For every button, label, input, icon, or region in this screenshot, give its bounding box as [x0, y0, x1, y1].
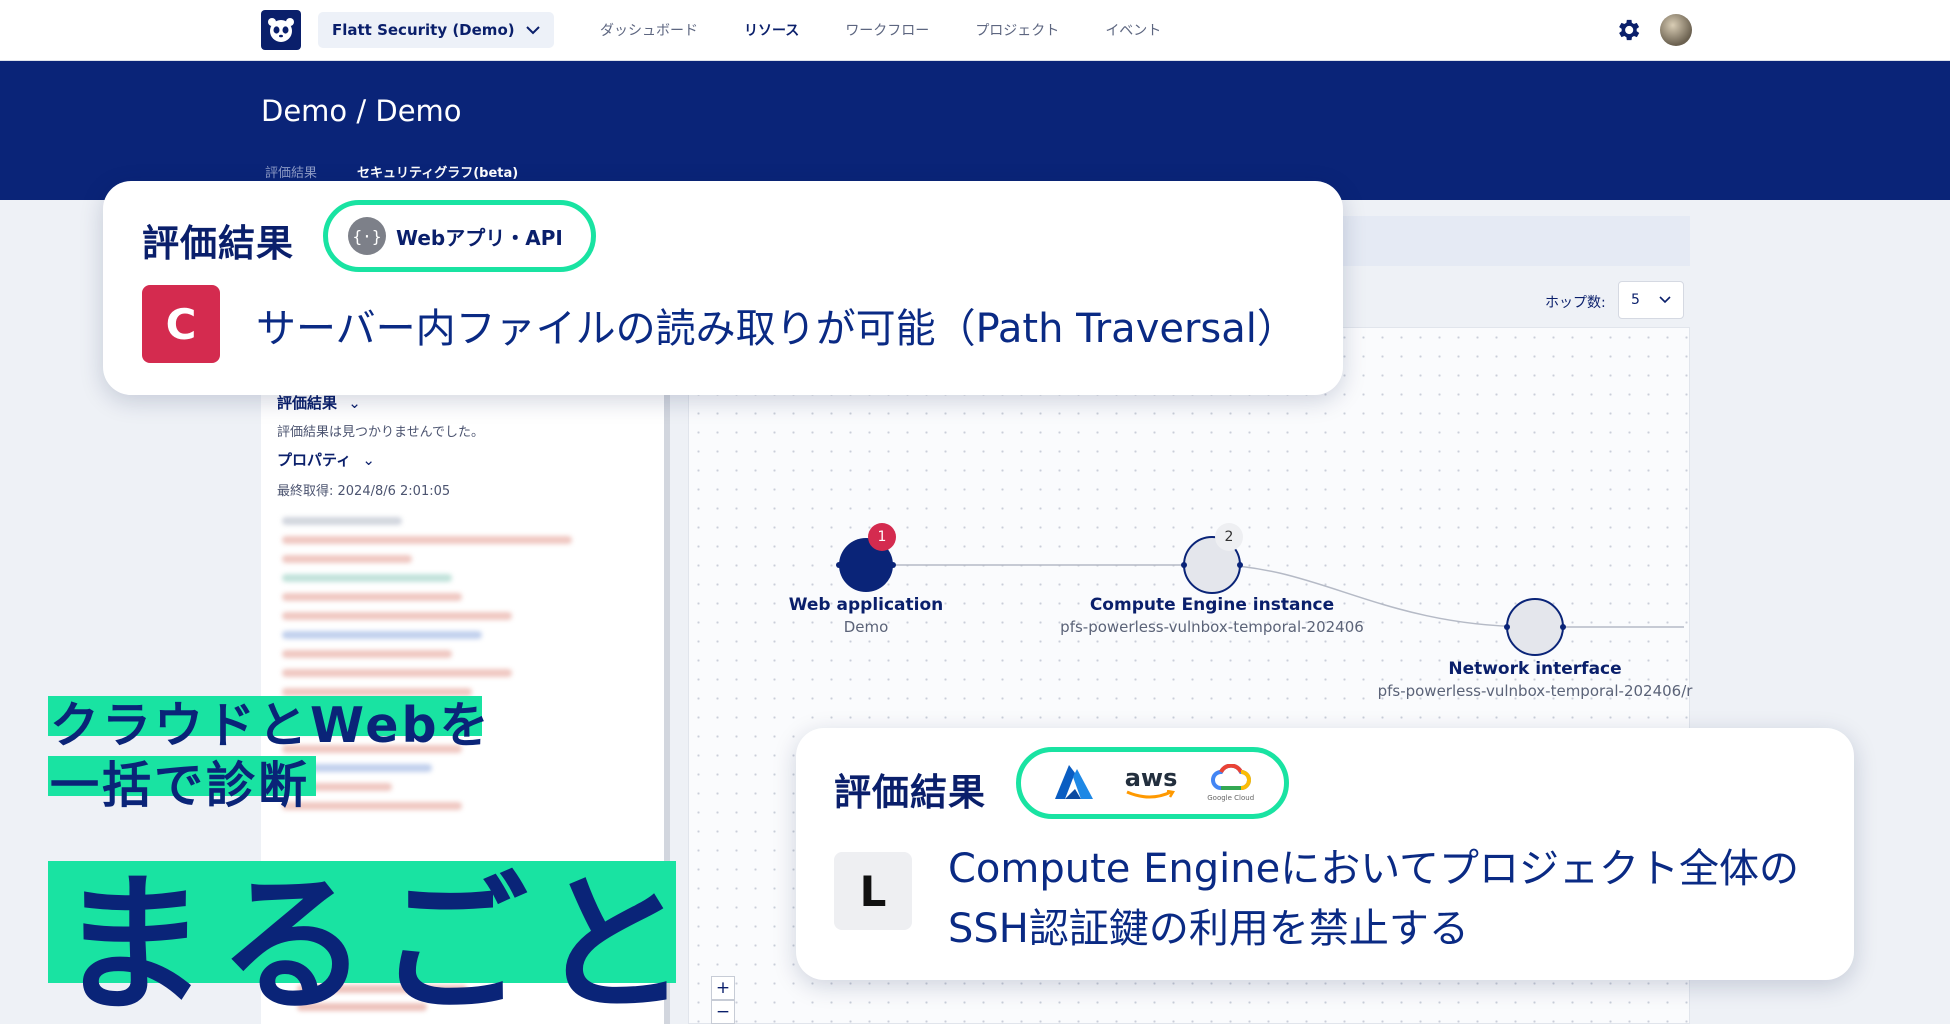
node-subtitle: pfs-powerless-vulnbox-temporal-202406/r: [1377, 682, 1693, 700]
zoom-out-button[interactable]: −: [711, 1000, 735, 1024]
node-subtitle: Demo: [843, 618, 889, 636]
web-api-pill: {·} Webアプリ・API: [323, 200, 596, 272]
graph-node-network-interface: [1504, 598, 1566, 656]
finding-count-compute: 2: [1224, 529, 1234, 545]
node-label-compute-engine[interactable]: Compute Engine instance pfs-powerless-vu…: [1060, 595, 1364, 636]
cloud-finding-title-line1: Compute Engineにおいてプロジェクト全体の: [948, 846, 1800, 892]
aws-wordmark: aws: [1124, 764, 1178, 792]
node-title: Compute Engine instance: [1089, 595, 1335, 615]
svg-text:{·}: {·}: [353, 227, 382, 246]
node-label-web-application[interactable]: Web application Demo: [789, 595, 944, 636]
web-card-title: 評価結果: [142, 222, 294, 265]
azure-logo-icon: [1054, 765, 1093, 799]
node-title: Network interface: [1448, 659, 1622, 679]
grade-badge-l: L: [834, 852, 912, 930]
promo-line-2: 一括で診断: [50, 757, 311, 814]
node-subtitle: pfs-powerless-vulnbox-temporal-202406: [1060, 618, 1364, 636]
cloud-finding-title-line2: SSH認証鍵の利用を禁止する: [948, 906, 1469, 952]
node-title: Web application: [788, 595, 944, 615]
finding-count-web: 1: [877, 529, 887, 545]
web-finding-title: サーバー内ファイルの読み取りが可能（Path Traversal）: [256, 306, 1297, 352]
google-cloud-logo-icon: Google Cloud: [1207, 763, 1255, 802]
cloud-card-title: 評価結果: [834, 771, 986, 814]
api-braces-icon: {·}: [348, 217, 386, 255]
google-cloud-wordmark: Google Cloud: [1207, 794, 1255, 802]
pill-label: Webアプリ・API: [396, 225, 563, 250]
aws-logo-icon: aws: [1124, 764, 1178, 800]
grade-badge-c: C: [142, 285, 220, 363]
zoom-in-button[interactable]: +: [711, 976, 735, 1000]
cloud-providers-pill: aws Google Cloud: [1016, 747, 1289, 819]
node-label-network-interface[interactable]: Network interface pfs-powerless-vulnbox-…: [1378, 659, 1693, 700]
promo-big-text: まるごと: [58, 859, 699, 1024]
